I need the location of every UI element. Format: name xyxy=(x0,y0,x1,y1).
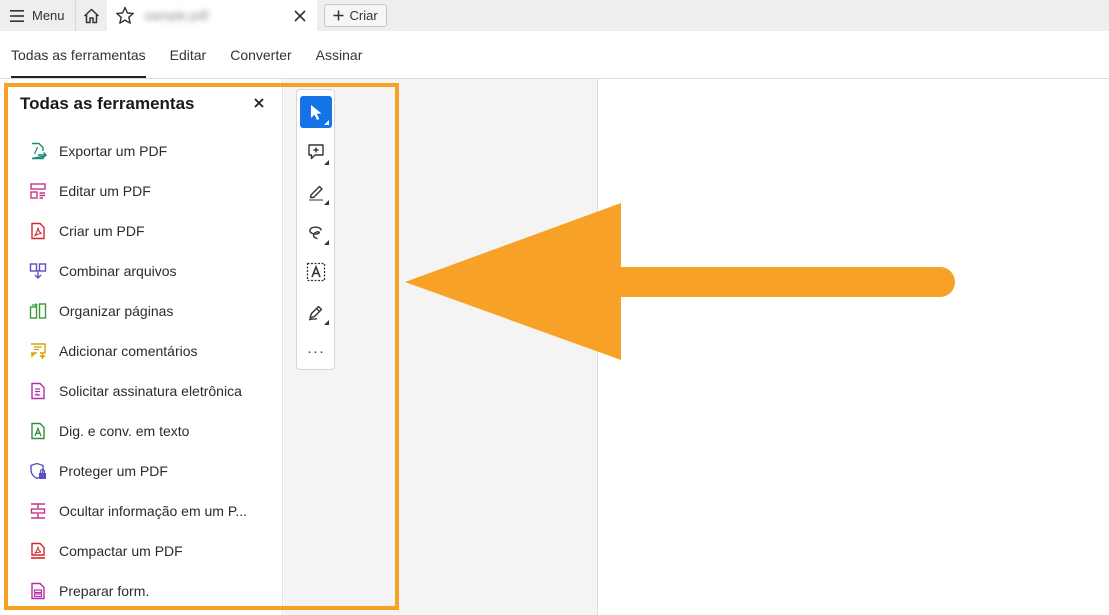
tool-label: Compactar um PDF xyxy=(59,543,183,559)
menu-label: Menu xyxy=(32,8,65,23)
tab-convert[interactable]: Converter xyxy=(230,31,291,78)
sign-tool-button[interactable] xyxy=(300,296,332,328)
freehand-draw-icon xyxy=(309,226,322,240)
tool-label: Solicitar assinatura eletrônica xyxy=(59,383,242,399)
more-dots-icon: ··· xyxy=(307,342,325,360)
submenu-triangle-icon xyxy=(324,200,329,205)
tool-scan-ocr[interactable]: Dig. e conv. em texto xyxy=(0,411,283,451)
quick-tools-rail: ··· xyxy=(296,89,335,370)
tab-sign[interactable]: Assinar xyxy=(316,31,363,78)
comment-plus-icon xyxy=(308,144,324,160)
tool-label: Proteger um PDF xyxy=(59,463,168,479)
star-icon[interactable] xyxy=(115,6,135,25)
tool-label: Preparar form. xyxy=(59,583,150,599)
tool-label: Ocultar informação em um P... xyxy=(59,503,248,519)
close-icon xyxy=(254,98,264,108)
add-comment-tool-button[interactable] xyxy=(300,136,332,168)
more-tools-button[interactable]: ··· xyxy=(300,335,332,367)
submenu-triangle-icon xyxy=(324,120,329,125)
close-icon xyxy=(293,9,306,22)
tool-request-signature[interactable]: Solicitar assinatura eletrônica xyxy=(0,371,283,411)
redact-icon xyxy=(29,502,47,520)
panel-close-button[interactable] xyxy=(251,95,267,111)
tool-label: Adicionar comentários xyxy=(59,343,198,359)
close-tab-button[interactable] xyxy=(291,7,309,25)
organize-pages-icon xyxy=(29,302,47,320)
tool-label: Editar um PDF xyxy=(59,183,151,199)
all-tools-panel: Todas as ferramentas Exportar um PDF Edi… xyxy=(0,79,283,615)
pen-sign-icon xyxy=(308,305,323,321)
request-signature-icon xyxy=(29,382,47,400)
home-icon xyxy=(83,8,99,23)
export-pdf-icon xyxy=(29,142,47,160)
tool-export-pdf[interactable]: Exportar um PDF xyxy=(0,131,283,171)
plus-icon xyxy=(333,10,344,21)
document-name: sample.pdf xyxy=(144,8,209,23)
tool-combine-files[interactable]: Combinar arquivos xyxy=(0,251,283,291)
add-comment-icon xyxy=(29,342,47,360)
text-box-icon xyxy=(306,262,326,282)
tool-prepare-form[interactable]: Preparar form. xyxy=(0,571,283,611)
scan-ocr-icon xyxy=(29,422,47,440)
tool-label: Organizar páginas xyxy=(59,303,174,319)
orange-arrow-annotation xyxy=(405,203,955,360)
create-pdf-icon xyxy=(29,222,47,240)
tool-add-comments[interactable]: Adicionar comentários xyxy=(0,331,283,371)
tool-protect-pdf[interactable]: Proteger um PDF xyxy=(0,451,283,491)
tool-label: Dig. e conv. em texto xyxy=(59,423,190,439)
tab-edit[interactable]: Editar xyxy=(170,31,207,78)
cursor-arrow-icon xyxy=(311,104,322,120)
submenu-triangle-icon xyxy=(324,320,329,325)
tool-redact[interactable]: Ocultar informação em um P... xyxy=(0,491,283,531)
toolbar-tabs: Todas as ferramentas Editar Converter As… xyxy=(0,31,1109,79)
submenu-triangle-icon xyxy=(324,160,329,165)
menu-button[interactable]: Menu xyxy=(0,0,75,31)
combine-files-icon xyxy=(29,262,47,280)
draw-tool-button[interactable] xyxy=(300,216,332,248)
text-select-tool-button[interactable] xyxy=(300,256,332,288)
protect-pdf-icon xyxy=(29,462,47,480)
edit-pdf-icon xyxy=(29,182,47,200)
submenu-triangle-icon xyxy=(324,240,329,245)
select-tool-button[interactable] xyxy=(300,96,332,128)
hamburger-icon xyxy=(10,9,24,22)
highlighter-icon xyxy=(309,185,323,201)
tool-label: Combinar arquivos xyxy=(59,263,177,279)
tool-label: Criar um PDF xyxy=(59,223,145,239)
tool-create-pdf[interactable]: Criar um PDF xyxy=(0,211,283,251)
tool-edit-pdf[interactable]: Editar um PDF xyxy=(0,171,283,211)
home-button[interactable] xyxy=(74,0,107,31)
tool-list: Exportar um PDF Editar um PDF Criar um P… xyxy=(0,131,283,611)
tool-label: Exportar um PDF xyxy=(59,143,168,159)
title-bar: Menu sample.pdf Criar xyxy=(0,0,1109,31)
tab-all-tools[interactable]: Todas as ferramentas xyxy=(11,31,146,78)
create-label: Criar xyxy=(349,8,378,23)
tool-compress-pdf[interactable]: Compactar um PDF xyxy=(0,531,283,571)
panel-title: Todas as ferramentas xyxy=(20,94,195,113)
highlight-tool-button[interactable] xyxy=(300,176,332,208)
prepare-form-icon xyxy=(29,582,47,600)
create-button[interactable]: Criar xyxy=(323,4,387,27)
tool-organize-pages[interactable]: Organizar páginas xyxy=(0,291,283,331)
compress-pdf-icon xyxy=(29,542,47,560)
document-tab[interactable]: sample.pdf xyxy=(106,0,317,31)
